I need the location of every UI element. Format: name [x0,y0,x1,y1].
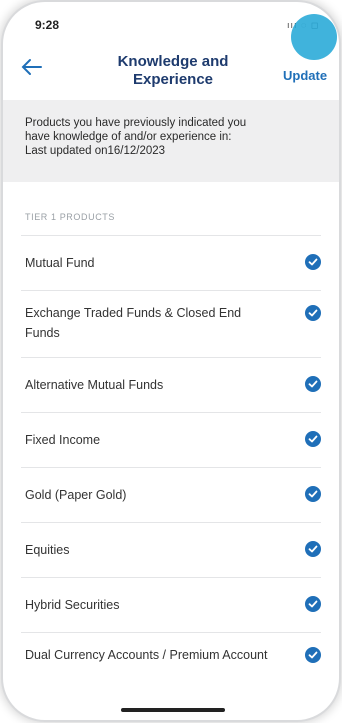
product-row[interactable]: Exchange Traded Funds & Closed End Funds [21,290,321,357]
product-label: Fixed Income [25,433,101,447]
product-list: Mutual Fund Exchange Traded Funds & Close… [21,235,321,697]
checkmark-icon [305,647,321,663]
checkmark-icon [305,541,321,557]
info-line3: Last updated on16/12/2023 [25,145,166,157]
checkmark-icon [305,305,321,321]
product-row[interactable]: Gold (Paper Gold) [21,467,321,522]
product-row[interactable]: Hybrid Securities [21,577,321,632]
product-label: Equities [25,543,70,557]
info-banner: Products you have previously indicated y… [3,100,339,182]
product-label: Hybrid Securities [25,598,120,612]
info-line1: Products you have previously indicated y… [25,117,247,129]
product-row[interactable]: Fixed Income [21,412,321,467]
page-title-line1: Knowledge and [117,53,229,70]
checkmark-icon [305,376,321,392]
home-indicator[interactable] [121,708,225,712]
checkmark-icon [305,486,321,502]
status-time: 9:28 [35,18,60,32]
product-row[interactable]: Dual Currency Accounts / Premium Account [21,632,321,697]
product-label: Alternative Mutual Funds [25,378,164,392]
info-line2: have knowledge of and/or experience in: [25,131,232,143]
product-label: Mutual Fund [25,256,95,270]
product-label: Dual Currency Accounts / Premium Account [25,648,268,662]
checkmark-icon [305,431,321,447]
info-text: Products you have previously indicated y… [25,116,325,158]
product-row[interactable]: Alternative Mutual Funds [21,357,321,412]
back-arrow-icon[interactable] [21,58,43,76]
product-label: Exchange Traded Funds & Closed End Funds [25,306,242,340]
page-title: Knowledge and Experience [93,53,253,89]
update-button[interactable]: Update [283,68,327,83]
checkmark-icon [305,596,321,612]
product-row[interactable]: Equities [21,522,321,577]
nav-bar: Knowledge and Experience Update [3,42,339,90]
page-title-line2: Experience [132,71,214,88]
status-bar: 9:28 ııı ◌ ◻ [3,2,339,60]
product-label: Gold (Paper Gold) [25,488,127,502]
phone-frame: 9:28 ııı ◌ ◻ Knowledge and Experience Up… [3,2,339,720]
section-header: TIER 1 PRODUCTS [25,212,116,222]
checkmark-icon [305,254,321,270]
product-row[interactable]: Mutual Fund [21,235,321,290]
